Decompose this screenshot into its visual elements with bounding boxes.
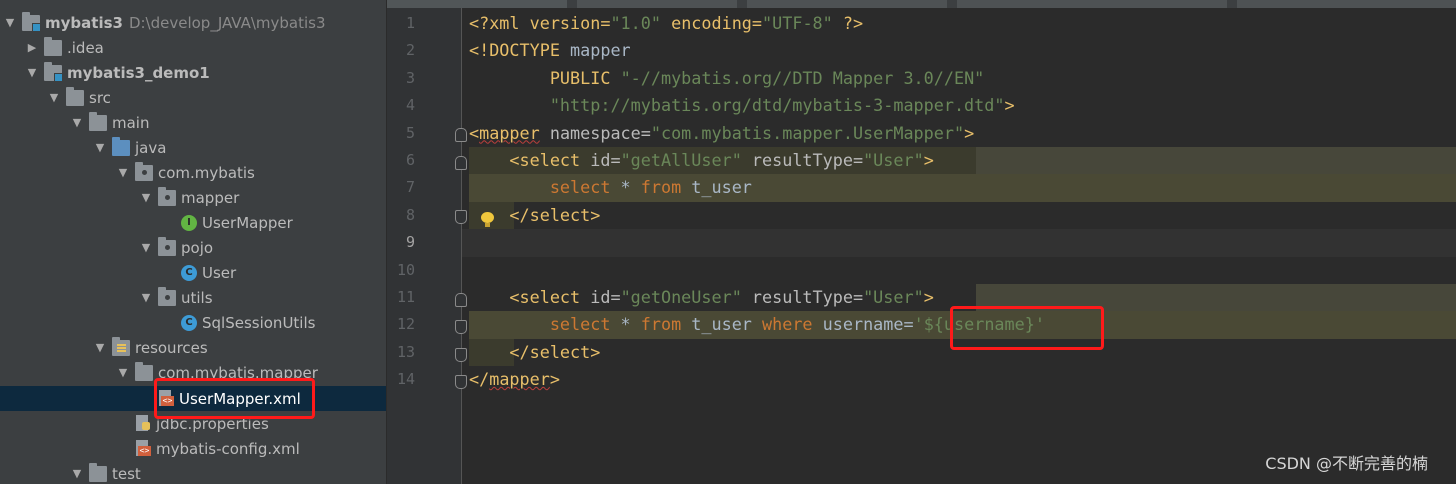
source-folder-icon xyxy=(112,136,130,156)
editor-tab-bar xyxy=(387,0,1456,8)
tree-item-idea[interactable]: ▶ .idea xyxy=(0,35,386,60)
fold-icon[interactable] xyxy=(455,348,467,362)
chevron-down-icon[interactable]: ▼ xyxy=(4,10,16,35)
current-line-highlight xyxy=(462,229,1456,257)
tab-4[interactable] xyxy=(957,0,1227,8)
tree-item-sqlsessionutils[interactable]: C SqlSessionUtils xyxy=(0,310,386,335)
tree-item-usermapper[interactable]: I UserMapper xyxy=(0,210,386,235)
chevron-down-icon[interactable]: ▼ xyxy=(94,335,106,360)
tree-item-mybatis3[interactable]: ▼ mybatis3 D:\develop_JAVA\mybatis3 xyxy=(0,10,386,35)
chevron-down-icon[interactable]: ▼ xyxy=(71,461,83,484)
package-icon xyxy=(158,236,176,256)
fold-icon[interactable] xyxy=(455,128,467,142)
highlight-box-usermapper-xml xyxy=(154,378,315,419)
tab-2[interactable] xyxy=(577,0,737,8)
chevron-down-icon[interactable]: ▼ xyxy=(140,185,152,210)
folder-icon xyxy=(89,111,107,131)
fold-icon[interactable] xyxy=(455,375,467,389)
tree-item-mybatis3-demo1[interactable]: ▼ mybatis3_demo1 xyxy=(0,60,386,85)
chevron-down-icon[interactable]: ▼ xyxy=(140,235,152,260)
highlight-box-username-param xyxy=(950,306,1104,350)
code-line-11: <select id="getOneUser" resultType="User… xyxy=(469,287,934,307)
project-tree: ▼ mybatis3 D:\develop_JAVA\mybatis3 ▶ .i… xyxy=(0,0,387,484)
line-number: 3 xyxy=(405,68,415,87)
tree-item-src[interactable]: ▼ src xyxy=(0,85,386,110)
code-line-7: select * from t_user xyxy=(549,177,752,198)
tree-item-com-mybatis[interactable]: ▼ com.mybatis xyxy=(0,160,386,185)
module-folder-icon xyxy=(44,61,63,82)
code-line-3: PUBLIC "-//mybatis.org//DTD Mapper 3.0//… xyxy=(469,67,985,88)
module-folder-icon xyxy=(22,11,41,32)
code-editor[interactable]: 1 2 3 4 5 6 7 8 9 10 11 12 13 14 <?xml v… xyxy=(387,8,1456,484)
folder-icon xyxy=(135,361,153,381)
line-number: 4 xyxy=(405,96,415,115)
code-line-13: </select> xyxy=(469,341,601,362)
code-line-14: </mapper> xyxy=(469,369,560,390)
interface-icon: I xyxy=(181,214,197,231)
tree-item-resources[interactable]: ▼ resources xyxy=(0,335,386,360)
resources-folder-icon xyxy=(112,336,130,356)
line-number: 5 xyxy=(405,123,415,142)
class-icon: C xyxy=(181,264,197,281)
line-number: 13 xyxy=(396,342,415,361)
tab-5[interactable] xyxy=(1237,0,1456,8)
folder-icon xyxy=(66,86,84,106)
line-number: 6 xyxy=(405,151,415,169)
fold-icon[interactable] xyxy=(455,320,467,334)
tab-usermapper-xml[interactable] xyxy=(387,0,567,8)
tree-item-test[interactable]: ▼ test xyxy=(0,461,386,484)
tree-item-java[interactable]: ▼ java xyxy=(0,135,386,160)
watermark: CSDN @不断完善的楠 xyxy=(1265,454,1428,473)
line-number: 7 xyxy=(405,178,415,197)
line-number: 9 xyxy=(405,233,415,252)
code-line-5: <mapper namespace="com.mybatis.mapper.Us… xyxy=(469,122,975,143)
chevron-down-icon[interactable]: ▼ xyxy=(140,285,152,310)
chevron-down-icon[interactable]: ▼ xyxy=(117,360,129,385)
line-number: 1 xyxy=(405,14,415,32)
folder-icon xyxy=(44,36,62,56)
package-icon xyxy=(158,286,176,306)
package-icon xyxy=(135,161,153,181)
tree-item-user[interactable]: C User xyxy=(0,260,386,285)
tree-item-pojo[interactable]: ▼ pojo xyxy=(0,235,386,260)
code-line-2: <!DOCTYPE mapper xyxy=(469,40,631,61)
code-line-1: <?xml version="1.0" encoding="UTF-8" ?> xyxy=(469,13,864,33)
xml-file-icon xyxy=(135,439,151,458)
class-icon: C xyxy=(181,314,197,331)
project-path: D:\develop_JAVA\mybatis3 xyxy=(128,13,326,32)
code-line-8: </select> xyxy=(469,204,601,225)
tree-item-mybatis-config-xml[interactable]: mybatis-config.xml xyxy=(0,436,386,461)
tree-item-utils[interactable]: ▼ utils xyxy=(0,285,386,310)
line-number: 8 xyxy=(405,205,415,224)
code-line-4: "http://mybatis.org/dtd/mybatis-3-mapper… xyxy=(549,95,1015,116)
chevron-down-icon[interactable]: ▼ xyxy=(26,60,38,85)
chevron-down-icon[interactable]: ▼ xyxy=(71,110,83,135)
fold-icon[interactable] xyxy=(455,156,467,170)
tree-item-main[interactable]: ▼ main xyxy=(0,110,386,135)
block-highlight xyxy=(976,147,1456,175)
chevron-down-icon[interactable]: ▼ xyxy=(94,135,106,160)
code-line-6: <select id="getAllUser" resultType="User… xyxy=(469,150,934,170)
chevron-down-icon[interactable]: ▼ xyxy=(48,85,60,110)
fold-icon[interactable] xyxy=(455,293,467,307)
properties-file-icon xyxy=(135,414,151,433)
line-number-gutter: 1 2 3 4 5 6 7 8 9 10 11 12 13 14 xyxy=(387,8,462,484)
chevron-right-icon[interactable]: ▶ xyxy=(26,35,38,60)
line-number: 10 xyxy=(396,260,415,279)
line-number: 14 xyxy=(396,370,415,389)
line-number: 11 xyxy=(396,288,415,306)
tab-3[interactable] xyxy=(747,0,947,8)
folder-icon xyxy=(89,462,107,482)
line-number: 12 xyxy=(396,315,415,334)
package-icon xyxy=(158,186,176,206)
chevron-down-icon[interactable]: ▼ xyxy=(117,160,129,185)
line-number: 2 xyxy=(405,41,415,60)
tree-item-mapper[interactable]: ▼ mapper xyxy=(0,185,386,210)
fold-icon[interactable] xyxy=(455,210,467,224)
